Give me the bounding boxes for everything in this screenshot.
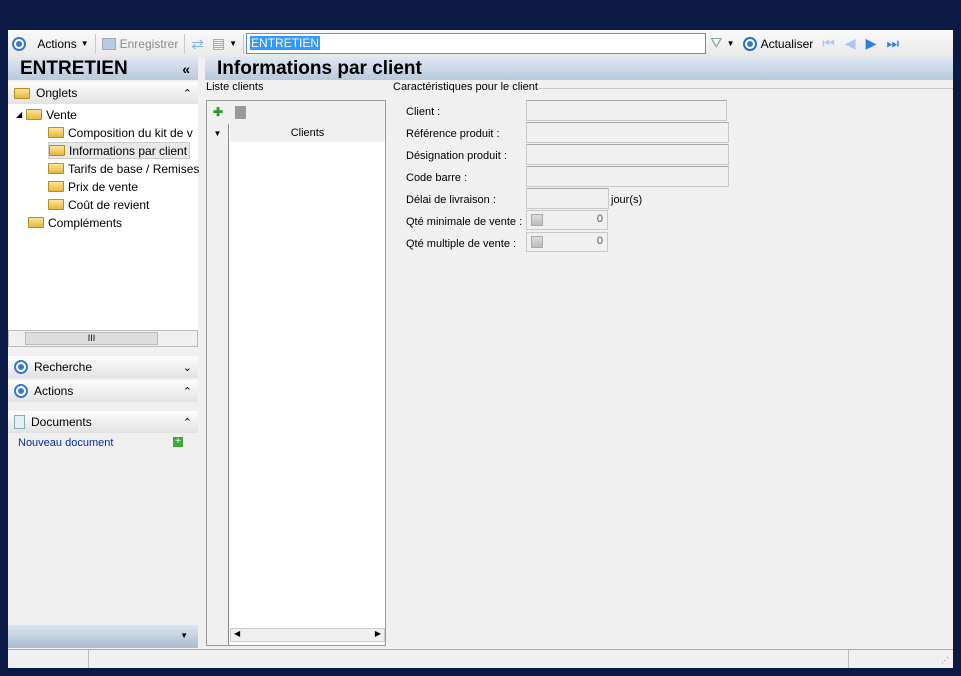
delay-field[interactable] — [526, 188, 609, 209]
delete-client-icon[interactable] — [235, 106, 246, 119]
print-button[interactable]: ▤ ▼ — [208, 33, 241, 55]
add-icon[interactable]: + — [173, 437, 183, 447]
delay-unit-label: jour(s) — [611, 194, 643, 206]
barcode-field[interactable] — [526, 166, 729, 187]
next-record-icon[interactable]: ▶ — [861, 35, 882, 52]
client-field[interactable] — [526, 100, 727, 121]
refresh-icon — [742, 36, 757, 51]
tabs-section-header[interactable]: Onglets ⌃ — [8, 82, 198, 104]
folder-icon — [14, 87, 30, 99]
toolbar: Actions ▼ Enregistrer ⇄ ▤ ▼ ENTRETIEN ⛛ ▼ A… — [8, 30, 953, 57]
chevron-down-icon: ▼ — [80, 39, 89, 48]
actions-menu-button[interactable]: Actions ▼ — [8, 33, 93, 55]
details-group-label: Caractéristiques pour le client — [393, 81, 538, 93]
status-bar: ⋰ — [8, 649, 953, 668]
chevron-up-icon: ⌃ — [182, 87, 192, 100]
client-label: Client : — [406, 106, 441, 118]
list-horizontal-scrollbar[interactable]: ◀ ▶ — [230, 628, 385, 642]
chevron-up-icon: ⌃ — [182, 385, 192, 398]
clients-list: ✚ ▼ Clients ◀ ▶ — [206, 100, 386, 646]
save-icon — [101, 37, 116, 50]
clients-list-group-label: Liste clients — [206, 81, 264, 93]
reference-label: Référence produit : — [406, 128, 500, 140]
min-qty-label: Qté minimale de vente : — [406, 216, 523, 228]
app-window: Actions ▼ Enregistrer ⇄ ▤ ▼ ENTRETIEN ⛛ ▼ A… — [8, 30, 953, 668]
mult-qty-field[interactable]: 0 — [526, 232, 608, 252]
sidebar-footer-menu[interactable]: ▼ — [8, 625, 198, 648]
printer-icon: ▤ — [211, 35, 226, 51]
sync-icon: ⇄ — [191, 35, 204, 53]
reference-field[interactable] — [526, 122, 729, 143]
documents-section-header[interactable]: Documents ⌃ — [8, 411, 198, 433]
filter-button[interactable]: ⛛ ▼ — [706, 33, 739, 55]
refresh-button[interactable]: Actualiser — [739, 33, 818, 55]
actions-section-header[interactable]: Actions ⌃ — [8, 380, 198, 402]
chevron-up-icon: ⌃ — [182, 416, 192, 429]
last-record-icon[interactable]: ⏭ — [881, 35, 904, 52]
sidebar: ENTRETIEN « Onglets ⌃ ◢ Vente Composition d… — [8, 57, 199, 668]
designation-label: Désignation produit : — [406, 150, 507, 162]
document-icon — [14, 415, 25, 429]
tree-item[interactable]: Tarifs de base / Remises — [48, 160, 199, 177]
resize-grip-icon[interactable]: ⋰ — [941, 656, 949, 665]
row-selector-column: ▼ — [207, 124, 229, 645]
clients-column-header[interactable]: Clients — [230, 124, 385, 142]
app-icon — [12, 36, 26, 51]
add-client-icon[interactable]: ✚ — [213, 105, 223, 119]
sidebar-title: ENTRETIEN « — [8, 57, 198, 80]
previous-record-icon[interactable]: ◀ — [840, 35, 861, 52]
search-input[interactable]: ENTRETIEN — [246, 33, 707, 54]
page-title: Informations par client — [205, 57, 953, 80]
mult-qty-label: Qté multiple de vente : — [406, 238, 517, 250]
tree-item[interactable]: Composition du kit de v — [48, 124, 193, 141]
horizontal-scrollbar[interactable]: III — [8, 330, 198, 347]
tree-item-complements[interactable]: Compléments — [28, 214, 122, 231]
designation-field[interactable] — [526, 144, 729, 165]
chevron-down-double-icon: ⌄ — [182, 361, 192, 374]
collapse-sidebar-button[interactable]: « — [182, 61, 190, 77]
filter-icon: ⛛ — [710, 35, 723, 52]
tree-item[interactable]: Coût de revient — [48, 196, 149, 213]
search-section-header[interactable]: Recherche ⌄ — [8, 356, 198, 378]
tabs-tree: ◢ Vente Composition du kit de v Informati… — [8, 104, 199, 347]
tree-item-selected[interactable]: Informations par client — [48, 142, 191, 159]
save-button[interactable]: Enregistrer — [98, 33, 183, 55]
new-document-link[interactable]: Nouveau document — [18, 437, 113, 449]
tree-item-vente[interactable]: ◢ Vente — [16, 106, 77, 123]
sync-button[interactable]: ⇄ — [187, 33, 208, 55]
barcode-label: Code barre : — [406, 172, 468, 184]
tree-item[interactable]: Prix de vente — [48, 178, 138, 195]
min-qty-field[interactable]: 0 — [526, 210, 608, 230]
first-record-icon[interactable]: ⏮ — [817, 35, 840, 52]
delay-label: Délai de livraison : — [406, 194, 496, 206]
